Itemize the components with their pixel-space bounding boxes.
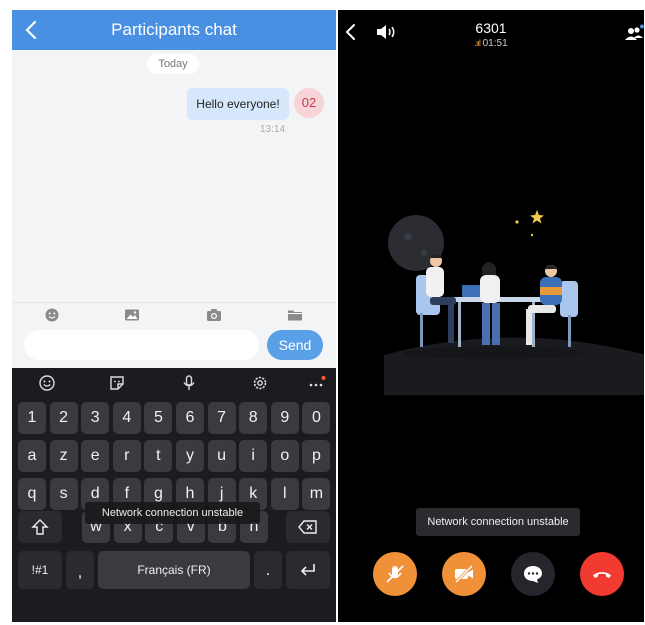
network-toast: Network connection unstable [416,508,580,536]
chat-button[interactable] [511,552,555,596]
microphone-icon[interactable] [180,374,198,392]
key-y[interactable]: y [176,440,204,472]
message-time: 13:14 [260,124,286,135]
key-i[interactable]: i [239,440,268,472]
chat-bubble-icon [524,566,542,583]
keyboard-toolbar [12,368,336,398]
meeting-illustration [384,210,644,395]
chat-toolbar [12,302,336,326]
call-status: .ııl 01:51 [338,38,644,49]
key-5[interactable]: 5 [144,402,173,434]
more-icon[interactable] [308,374,326,392]
phone-hangup-icon [593,572,611,578]
network-toast: Network connection unstable [85,502,260,524]
key-9[interactable]: 9 [270,402,299,434]
key-0[interactable]: 0 [302,402,331,434]
camera-icon[interactable] [206,307,222,323]
enter-key[interactable] [286,551,330,589]
key-4[interactable]: 4 [112,402,141,434]
key-o[interactable]: o [270,440,299,472]
key-e[interactable]: e [81,440,110,472]
signal-icon: .ııl [474,38,480,48]
backspace-key[interactable] [286,511,330,543]
key-p[interactable]: p [302,440,331,472]
microphone-off-icon [386,565,404,583]
key-u[interactable]: u [207,440,236,472]
video-off-icon [454,564,474,584]
message-input-row: Send [12,326,336,366]
call-duration: 01:51 [482,38,508,49]
chat-header: Participants chat [12,10,336,50]
key-m[interactable]: m [302,478,331,510]
folder-icon[interactable] [287,307,303,323]
key-q[interactable]: q [18,478,46,510]
camera-toggle-button[interactable] [442,552,486,596]
call-panel: 6301 .ııl 01:51 Network connection unsta… [338,10,644,622]
key-3[interactable]: 3 [81,402,110,434]
key-z[interactable]: z [49,440,78,472]
key-6[interactable]: 6 [176,402,204,434]
key-1[interactable]: 1 [18,402,46,434]
key-s[interactable]: s [49,478,78,510]
mute-button[interactable] [373,552,417,596]
key-l[interactable]: l [270,478,299,510]
settings-icon[interactable] [251,374,269,392]
call-number: 6301 [475,20,507,36]
message-input[interactable] [24,330,259,360]
emoji-icon[interactable] [44,307,60,323]
hang-up-button[interactable] [580,552,624,596]
key-7[interactable]: 7 [207,402,236,434]
message-bubble[interactable]: Hello everyone! [187,88,289,120]
key-2[interactable]: 2 [49,402,78,434]
participants-icon[interactable] [624,24,644,44]
key-8[interactable]: 8 [239,402,268,434]
soft-keyboard: 1234567890 azertyuiop qsdfghjklm wxcvbn … [12,368,336,622]
chat-title: Participants chat [111,20,237,39]
period-key[interactable]: . [254,551,282,589]
sticker-icon[interactable] [108,374,126,392]
space-key[interactable]: Français (FR) [98,551,250,589]
symbols-key[interactable]: !#1 [18,551,62,589]
key-a[interactable]: a [18,440,46,472]
comma-key[interactable]: , [66,551,94,589]
emoji-icon[interactable] [38,374,56,392]
image-icon[interactable] [124,307,140,323]
date-divider: Today [147,54,199,74]
key-t[interactable]: t [144,440,173,472]
key-r[interactable]: r [112,440,141,472]
chat-panel: Participants chat Today Hello everyone! … [12,10,336,622]
avatar[interactable]: 02 [294,88,324,118]
send-button[interactable]: Send [267,330,323,360]
shift-key[interactable] [18,511,62,543]
